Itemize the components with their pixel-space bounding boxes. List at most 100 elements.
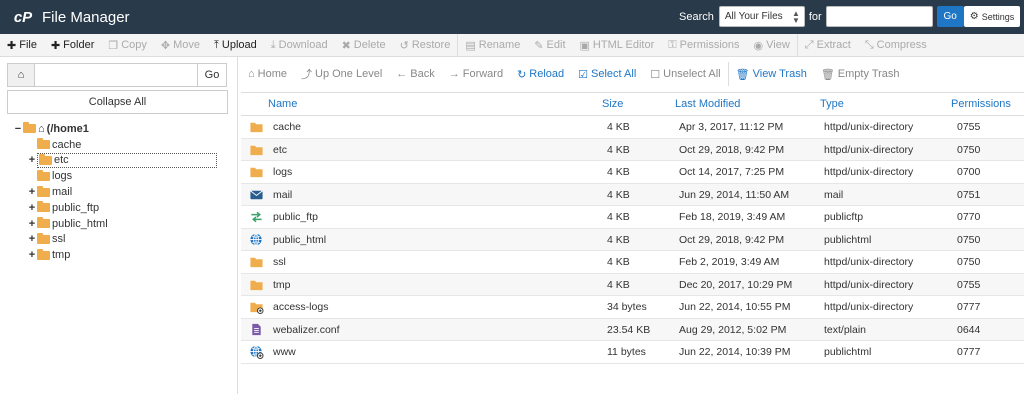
cell-name[interactable]: cache: [273, 121, 301, 133]
tree-item-ssl[interactable]: + ssl: [28, 232, 65, 248]
rename-button[interactable]: ▤ Rename: [458, 34, 527, 57]
cell-name[interactable]: tmp: [273, 279, 291, 291]
expand-toggle-icon[interactable]: +: [28, 249, 36, 261]
folder-icon: [23, 122, 36, 134]
folder-icon: [250, 280, 263, 290]
tree-item-label: cache: [52, 138, 82, 151]
copy-button[interactable]: ❐ Copy: [101, 34, 154, 57]
folder-button[interactable]: ✚ Folder: [44, 34, 101, 57]
folder-link-icon: [250, 302, 264, 314]
select-all-button[interactable]: ☑ Select All: [571, 62, 643, 86]
tree-root[interactable]: − ⌂ (/home1: [14, 121, 89, 137]
edit-button[interactable]: ✎ Edit: [527, 34, 572, 57]
toolbar-label: Empty Trash: [837, 68, 900, 80]
table-row[interactable]: etc 4 KB Oct 29, 2018, 9:42 PM httpd/unix-d…: [241, 138, 1024, 161]
view-trash-button[interactable]: 🗑 View Trash: [729, 62, 814, 86]
home-button[interactable]: ⌂ Home: [241, 62, 294, 86]
table-row[interactable]: cache 4 KB Apr 3, 2017, 11:12 PM httpd/unix…: [241, 116, 1024, 139]
unselect-all-button[interactable]: ☐ Unselect All: [643, 62, 727, 86]
tree-item-mail[interactable]: + mail: [28, 184, 72, 200]
cell-type: publichtml: [824, 346, 872, 358]
column-header-permissions[interactable]: Permissions: [951, 98, 1011, 110]
html-editor-button[interactable]: ▣ HTML Editor: [573, 34, 662, 57]
tree-item-cache[interactable]: cache: [28, 137, 81, 153]
file-button[interactable]: ✚ File: [0, 34, 44, 57]
extract-button[interactable]: ⤢ Extract: [798, 34, 858, 57]
cell-name[interactable]: www: [273, 346, 296, 358]
toolbar-label: Extract: [816, 39, 851, 51]
reload-button[interactable]: ↻ Reload: [510, 62, 571, 86]
cell-size: 11 bytes: [607, 346, 646, 358]
cell-size: 4 KB: [607, 143, 630, 156]
cell-name[interactable]: access-logs: [273, 301, 328, 313]
table-row[interactable]: tmp 4 KB Dec 20, 2017, 10:29 PM httpd/unix-…: [241, 273, 1024, 296]
cell-name[interactable]: public_html: [273, 234, 326, 246]
folder-icon: [39, 153, 52, 165]
empty-trash-button[interactable]: 🗑 Empty Trash: [814, 62, 907, 86]
tree-item-logs[interactable]: logs: [28, 168, 72, 184]
tree-item-label: logs: [52, 170, 73, 183]
expand-toggle-icon[interactable]: +: [28, 186, 36, 198]
tree-item-etc[interactable]: + etc: [28, 152, 217, 169]
table-row[interactable]: public_html 4 KB Oct 29, 2018, 9:42 PM publ…: [241, 228, 1024, 251]
trash-icon: 🗑: [735, 68, 750, 81]
table-row[interactable]: ssl 4 KB Feb 2, 2019, 3:49 AM httpd/unix-di…: [241, 251, 1024, 274]
delete-button[interactable]: ✖ Delete: [335, 34, 393, 57]
back-button[interactable]: ← Back: [389, 62, 441, 86]
cell-modified: Feb 2, 2019, 3:49 AM: [679, 256, 780, 268]
upload-button[interactable]: ⤒ Upload: [207, 34, 264, 57]
tree-item-tmp[interactable]: + tmp: [28, 247, 70, 263]
cell-name[interactable]: etc: [273, 144, 287, 156]
cell-modified: Apr 3, 2017, 11:12 PM: [679, 121, 784, 133]
tree-item-public-ftp[interactable]: + public_ftp: [28, 200, 99, 216]
forward-button[interactable]: → Forward: [442, 62, 510, 86]
restore-button[interactable]: ↺ Restore: [393, 34, 458, 57]
cell-type: httpd/unix-directory: [824, 301, 914, 313]
path-input[interactable]: [35, 63, 198, 87]
cell-name[interactable]: logs: [273, 166, 292, 178]
table-body: cache 4 KB Apr 3, 2017, 11:12 PM httpd/unix…: [241, 116, 1024, 364]
toolbar-label: Edit: [546, 39, 566, 51]
cell-modified: Oct 29, 2018, 9:42 PM: [679, 233, 785, 246]
download-button[interactable]: ⤓ Download: [264, 34, 335, 57]
settings-button[interactable]: ⚙ Settings: [964, 6, 1020, 27]
search-input[interactable]: [825, 6, 933, 27]
column-header-type[interactable]: Type: [820, 98, 844, 110]
tree-item-public-html[interactable]: + public_html: [28, 216, 108, 232]
column-header-name[interactable]: Name: [268, 98, 297, 110]
tree-item-label: public_html: [52, 217, 108, 230]
collapse-toggle-icon[interactable]: −: [14, 123, 22, 135]
expand-toggle-icon[interactable]: +: [28, 233, 36, 245]
up-one-level-button[interactable]: ⤴ Up One Level: [294, 62, 389, 86]
search-scope-select[interactable]: All Your Files ▲ ▼: [718, 6, 805, 27]
home-icon[interactable]: ⌂: [7, 63, 35, 87]
view-button[interactable]: ◉ View: [747, 34, 797, 57]
table-row[interactable]: www 11 bytes Jun 22, 2014, 10:39 PM publich…: [241, 341, 1024, 364]
tree-item-label: mail: [52, 186, 73, 199]
expand-toggle-icon[interactable]: +: [28, 218, 36, 230]
column-header-last-modified[interactable]: Last Modified: [675, 98, 740, 110]
table-row[interactable]: access-logs 34 bytes Jun 22, 2014, 10:55 P…: [241, 296, 1024, 319]
expand-toggle-icon[interactable]: +: [28, 154, 36, 166]
cell-name[interactable]: mail: [273, 189, 292, 201]
compress-button[interactable]: ⤡ Compress: [858, 34, 934, 57]
table-row[interactable]: logs 4 KB Oct 14, 2017, 7:25 PM httpd/unix-…: [241, 161, 1024, 184]
table-row[interactable]: public_ftp 4 KB Feb 18, 2019, 3:49 AM publi…: [241, 206, 1024, 229]
collapse-all-button[interactable]: Collapse All: [7, 90, 228, 114]
table-row[interactable]: mail 4 KB Jun 29, 2014, 11:50 AM mail 0751: [241, 183, 1024, 206]
cell-name[interactable]: ssl: [273, 256, 286, 268]
cell-perms: 0755: [957, 278, 981, 291]
column-header-size[interactable]: Size: [602, 98, 623, 110]
path-go-button[interactable]: Go: [198, 63, 227, 87]
permissions-button[interactable]: ⚿ Permissions: [661, 34, 746, 57]
table-row[interactable]: webalizer.conf 23.54 KB Aug 29, 2012, 5:02…: [241, 318, 1024, 341]
plus-icon: ✚: [7, 39, 17, 52]
folder-icon: [37, 169, 50, 181]
move-button[interactable]: ✥ Move: [154, 34, 207, 57]
main-toolbar: ✚ File ✚ Folder ❐ Copy ✥ Move ⤒ Upload ⤓ Download ✖ D…: [0, 33, 1024, 57]
search-go-button[interactable]: Go: [936, 6, 964, 27]
cell-name[interactable]: public_ftp: [273, 211, 318, 223]
cell-name[interactable]: webalizer.conf: [273, 324, 340, 336]
transfer-icon: [251, 211, 262, 223]
expand-toggle-icon[interactable]: +: [28, 202, 36, 214]
